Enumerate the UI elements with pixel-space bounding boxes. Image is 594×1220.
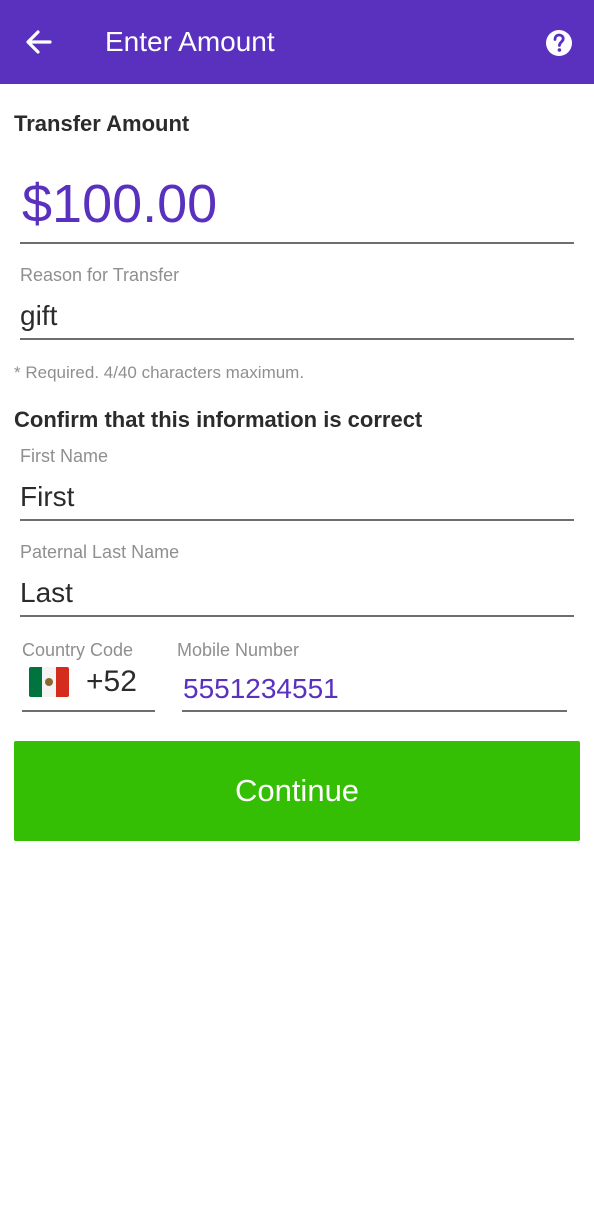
mobile-number-label: Mobile Number — [177, 640, 300, 660]
reason-value: gift — [20, 300, 58, 331]
reason-label: Reason for Transfer — [20, 265, 180, 285]
app-bar: Enter Amount — [0, 0, 594, 84]
question-circle-icon — [546, 30, 572, 56]
page-title: Enter Amount — [105, 26, 275, 57]
first-name-label: First Name — [20, 446, 109, 466]
confirm-heading: Confirm that this information is correct — [14, 407, 423, 432]
last-name-value: Last — [20, 577, 73, 608]
country-code-value: +52 — [86, 665, 137, 698]
arrow-left-icon — [26, 30, 52, 54]
reason-field[interactable]: Reason for Transfer gift — [20, 262, 574, 340]
help-button[interactable] — [544, 28, 574, 58]
continue-button[interactable]: Continue — [14, 741, 580, 841]
first-name-value: First — [20, 481, 75, 512]
back-button[interactable] — [20, 22, 60, 62]
country-code-selector[interactable]: +52 — [22, 662, 155, 712]
transfer-amount-heading: Transfer Amount — [14, 111, 190, 136]
mobile-number-field[interactable]: 5551234551 — [182, 662, 567, 712]
amount-value: $100.00 — [22, 174, 218, 234]
mexico-flag-icon — [29, 667, 69, 697]
country-code-label: Country Code — [22, 640, 134, 660]
amount-field[interactable]: $100.00 — [20, 170, 574, 244]
first-name-field[interactable]: First Name First — [20, 444, 574, 521]
last-name-field[interactable]: Paternal Last Name Last — [20, 540, 574, 617]
last-name-label: Paternal Last Name — [20, 542, 180, 562]
reason-helper-text: * Required. 4/40 characters maximum. — [14, 363, 305, 382]
mobile-number-value: 5551234551 — [183, 673, 339, 704]
